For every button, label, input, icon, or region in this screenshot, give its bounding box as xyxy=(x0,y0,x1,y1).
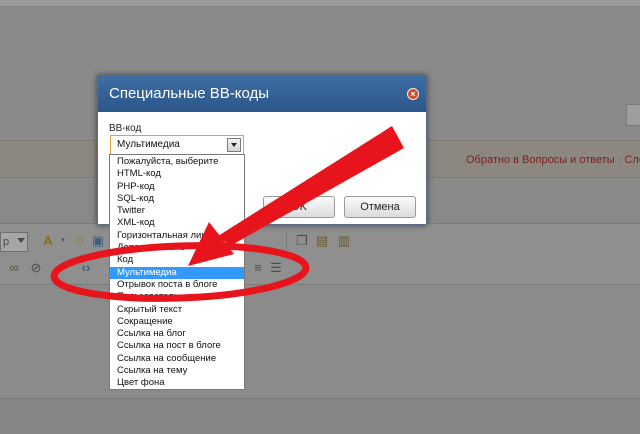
unlink-icon[interactable]: ⊘ xyxy=(28,260,44,276)
bbcode-dropdown-list: Пожалуйста, выберите HTML-код PHP-код SQL-к… xyxy=(109,154,245,390)
cancel-button[interactable]: Отмена xyxy=(344,196,416,218)
image-icon[interactable]: ▣ xyxy=(90,233,106,249)
dropdown-option[interactable]: Сокращение xyxy=(110,316,244,328)
dropdown-option[interactable]: Twitter xyxy=(110,205,244,217)
back-to-qa-link[interactable]: Обратно в Вопросы и ответы xyxy=(466,154,615,166)
link-icon[interactable]: ∞ xyxy=(6,260,22,276)
smiley-icon[interactable]: ☺ xyxy=(72,232,88,248)
chevron-down-icon[interactable]: ▾ xyxy=(55,233,71,249)
dropdown-option[interactable]: Ссылка на пост в блоге xyxy=(110,340,244,352)
bbcode-select[interactable]: Мультимедиа xyxy=(110,135,244,155)
breadcrumb-separator: · xyxy=(614,154,625,166)
paste-text-icon[interactable]: ▥ xyxy=(336,233,352,249)
dropdown-option[interactable]: Ссылка на блог xyxy=(110,328,244,340)
dropdown-option[interactable]: Дополнительно xyxy=(110,242,244,254)
dropdown-option[interactable]: SQL-код xyxy=(110,193,244,205)
follow-link[interactable]: Следу xyxy=(624,154,640,166)
dropdown-option[interactable]: Скрытый текст xyxy=(110,304,244,316)
page-side-button xyxy=(626,104,640,126)
dropdown-option[interactable]: XML-код xyxy=(110,217,244,229)
dropdown-option[interactable]: Мультимедиа xyxy=(110,266,244,279)
dropdown-option[interactable]: HTML-код xyxy=(110,168,244,180)
dropdown-option[interactable]: Горизонтальная линия xyxy=(110,230,244,242)
code-icon[interactable]: ‹› xyxy=(78,260,94,276)
editor-area xyxy=(0,286,640,398)
align-center-icon[interactable]: ≡ xyxy=(250,260,266,276)
text-color-icon[interactable]: A xyxy=(40,233,56,249)
dropdown-option[interactable]: Цвет фона xyxy=(110,377,244,389)
chevron-down-icon xyxy=(17,238,25,243)
close-icon[interactable]: × xyxy=(407,88,419,100)
ok-button[interactable]: OK xyxy=(263,196,335,218)
dialog-title: Специальные BB-коды xyxy=(109,85,270,102)
copy-icon[interactable]: ❐ xyxy=(294,233,310,249)
page-footer-bar xyxy=(0,398,640,434)
bbcode-field-label: BB-код xyxy=(109,123,142,134)
align-right-icon[interactable]: ☰ xyxy=(268,260,284,276)
dropdown-option[interactable]: Отрывок поста в блоге xyxy=(110,279,244,291)
dropdown-option[interactable]: Ссылка на тему xyxy=(110,365,244,377)
paste-icon[interactable]: ▤ xyxy=(314,233,330,249)
dropdown-option[interactable]: Пожалуйста, выберите xyxy=(110,156,244,168)
bbcode-select-value: Мультимедиа xyxy=(117,139,180,150)
dialog-title-bar: Специальные BB-коды × xyxy=(98,76,426,112)
dropdown-option[interactable]: Код xyxy=(110,254,244,266)
dropdown-option[interactable]: Ссылка на сообщение xyxy=(110,353,244,365)
page-header-bar xyxy=(0,0,640,6)
dropdown-option[interactable]: Пользователь xyxy=(110,291,244,303)
dropdown-option[interactable]: PHP-код xyxy=(110,181,244,193)
toolbar-separator xyxy=(286,232,287,250)
font-size-select[interactable]: р xyxy=(0,232,28,252)
breadcrumb: Обратно в Вопросы и ответы · Следу xyxy=(466,154,640,166)
chevron-down-icon[interactable] xyxy=(227,138,241,152)
